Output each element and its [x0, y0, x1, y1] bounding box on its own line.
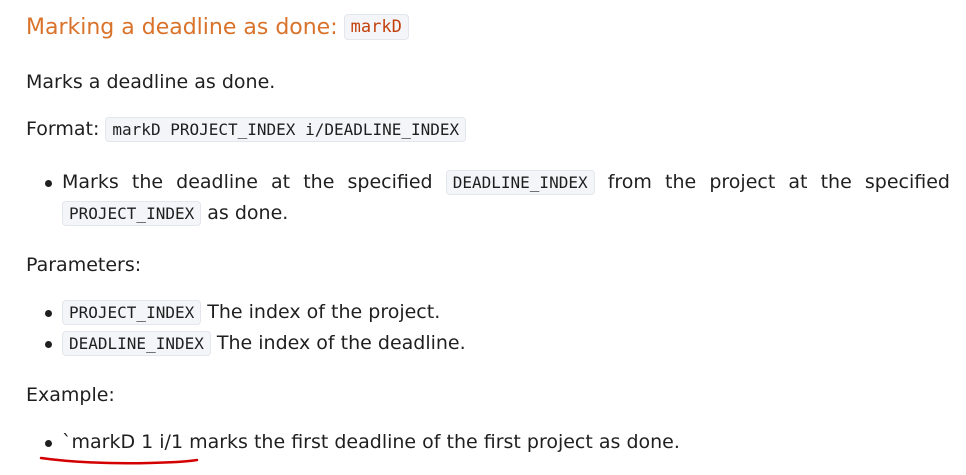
example-label: Example: — [26, 384, 115, 406]
list-item: Marks the deadline at the specified DEAD… — [26, 167, 950, 229]
command-code: markD — [343, 14, 409, 40]
red-underline-annotation — [39, 456, 199, 465]
format-code: markD PROJECT_INDEX i/DEADLINE_INDEX — [105, 117, 467, 142]
parameter-description: The index of the deadline. — [216, 332, 466, 354]
parameter-description: The index of the project. — [207, 301, 441, 323]
format-bullet-text-3: as done. — [207, 202, 289, 224]
format-line: Format: markD PROJECT_INDEX i/DEADLINE_I… — [26, 117, 950, 142]
deadline-index-code: DEADLINE_INDEX — [445, 170, 595, 195]
documentation-section: Marking a deadline as done: markD Marks … — [0, 0, 966, 475]
example-text: `markD 1 i/1 marks the first deadline of… — [62, 431, 680, 453]
list-item: PROJECT_INDEX The index of the project. — [26, 297, 950, 328]
project-index-code: PROJECT_INDEX — [62, 201, 202, 226]
section-heading-text: Marking a deadline as done: — [26, 14, 338, 40]
parameter-code: DEADLINE_INDEX — [62, 331, 211, 356]
format-bullet-list: Marks the deadline at the specified DEAD… — [26, 167, 950, 229]
format-label: Format: — [26, 118, 100, 140]
parameters-label: Parameters: — [26, 254, 142, 276]
section-heading: Marking a deadline as done: markD — [26, 14, 409, 40]
list-item: DEADLINE_INDEX The index of the deadline… — [26, 328, 950, 359]
parameters-list: PROJECT_INDEX The index of the project. … — [26, 297, 950, 359]
format-bullet-text-1: Marks the deadline at the specified — [62, 171, 433, 193]
description-text: Marks a deadline as done. — [26, 71, 276, 93]
parameter-code: PROJECT_INDEX — [62, 300, 202, 325]
format-bullet-text-2: from the project at the specified — [607, 171, 950, 193]
